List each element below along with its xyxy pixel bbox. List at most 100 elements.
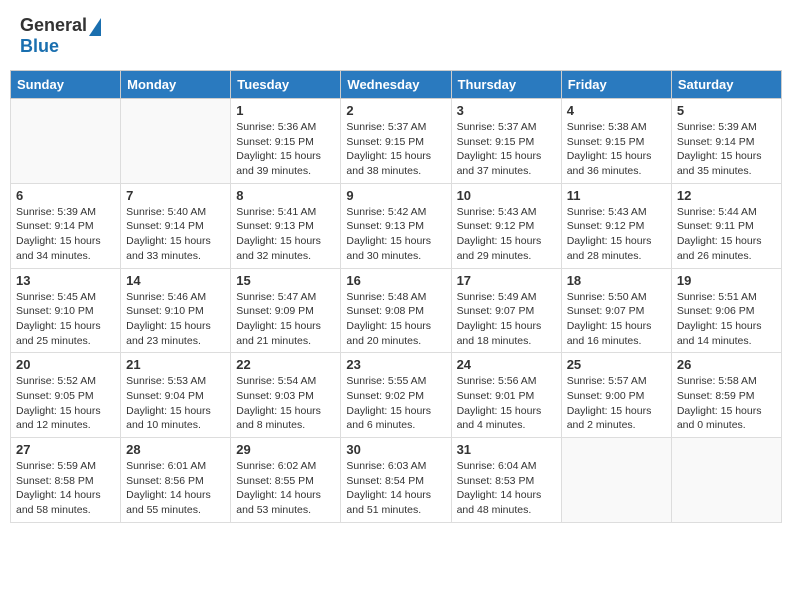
day-number: 30 (346, 442, 445, 457)
day-info: Sunrise: 5:37 AMSunset: 9:15 PMDaylight:… (457, 120, 556, 179)
day-info: Sunrise: 5:44 AMSunset: 9:11 PMDaylight:… (677, 205, 776, 264)
day-info: Sunrise: 5:42 AMSunset: 9:13 PMDaylight:… (346, 205, 445, 264)
calendar-cell: 21Sunrise: 5:53 AMSunset: 9:04 PMDayligh… (121, 353, 231, 438)
day-info: Sunrise: 6:04 AMSunset: 8:53 PMDaylight:… (457, 459, 556, 518)
page-header: General Blue (10, 10, 782, 62)
calendar-cell: 13 Sunrise: 5:45 AMSunset: 9:10 PMDayligh… (11, 268, 121, 353)
calendar-cell: 6Sunrise: 5:39 AMSunset: 9:14 PMDaylight… (11, 183, 121, 268)
day-number: 3 (457, 103, 556, 118)
calendar-cell (11, 99, 121, 184)
logo-icon (89, 18, 101, 36)
calendar-week-row: 13 Sunrise: 5:45 AMSunset: 9:10 PMDayligh… (11, 268, 782, 353)
calendar-cell: 31 Sunrise: 6:04 AMSunset: 8:53 PMDayligh… (451, 438, 561, 523)
day-info: Sunrise: 5:54 AMSunset: 9:03 PMDaylight:… (236, 374, 335, 433)
col-header-tuesday: Tuesday (231, 71, 341, 99)
calendar-cell: 27Sunrise: 5:59 AMSunset: 8:58 PMDayligh… (11, 438, 121, 523)
day-info: Sunrise: 5:36 AMSunset: 9:15 PMDaylight:… (236, 120, 335, 179)
calendar-table: SundayMondayTuesdayWednesdayThursdayFrid… (10, 70, 782, 523)
day-number: 25 (567, 357, 666, 372)
day-number: 23 (346, 357, 445, 372)
day-number: 13 (16, 273, 115, 288)
col-header-thursday: Thursday (451, 71, 561, 99)
calendar-cell: 16 Sunrise: 5:48 AMSunset: 9:08 PMDayligh… (341, 268, 451, 353)
day-number: 17 (457, 273, 556, 288)
calendar-week-row: 1 Sunrise: 5:36 AMSunset: 9:15 PMDaylight… (11, 99, 782, 184)
day-info: Sunrise: 5:50 AMSunset: 9:07 PMDaylight:… (567, 290, 666, 349)
day-number: 14 (126, 273, 225, 288)
day-info: Sunrise: 5:40 AMSunset: 9:14 PMDaylight:… (126, 205, 225, 264)
day-info: Sunrise: 5:41 AMSunset: 9:13 PMDaylight:… (236, 205, 335, 264)
calendar-week-row: 27Sunrise: 5:59 AMSunset: 8:58 PMDayligh… (11, 438, 782, 523)
day-info: Sunrise: 5:38 AMSunset: 9:15 PMDaylight:… (567, 120, 666, 179)
calendar-cell: 2Sunrise: 5:37 AMSunset: 9:15 PMDaylight… (341, 99, 451, 184)
calendar-cell: 22 Sunrise: 5:54 AMSunset: 9:03 PMDayligh… (231, 353, 341, 438)
calendar-cell (561, 438, 671, 523)
day-number: 20 (16, 357, 115, 372)
calendar-cell: 14 Sunrise: 5:46 AMSunset: 9:10 PMDayligh… (121, 268, 231, 353)
day-number: 26 (677, 357, 776, 372)
day-info: Sunrise: 5:45 AMSunset: 9:10 PMDaylight:… (16, 290, 115, 349)
calendar-cell: 24 Sunrise: 5:56 AMSunset: 9:01 PMDayligh… (451, 353, 561, 438)
calendar-cell: 1 Sunrise: 5:36 AMSunset: 9:15 PMDaylight… (231, 99, 341, 184)
day-number: 1 (236, 103, 335, 118)
calendar-cell (121, 99, 231, 184)
calendar-cell: 28Sunrise: 6:01 AMSunset: 8:56 PMDayligh… (121, 438, 231, 523)
day-info: Sunrise: 5:57 AMSunset: 9:00 PMDaylight:… (567, 374, 666, 433)
day-info: Sunrise: 5:55 AMSunset: 9:02 PMDaylight:… (346, 374, 445, 433)
calendar-cell: 4Sunrise: 5:38 AMSunset: 9:15 PMDaylight… (561, 99, 671, 184)
day-info: Sunrise: 6:03 AMSunset: 8:54 PMDaylight:… (346, 459, 445, 518)
day-number: 19 (677, 273, 776, 288)
day-info: Sunrise: 5:58 AMSunset: 8:59 PMDaylight:… (677, 374, 776, 433)
calendar-cell: 7Sunrise: 5:40 AMSunset: 9:14 PMDaylight… (121, 183, 231, 268)
day-info: Sunrise: 5:46 AMSunset: 9:10 PMDaylight:… (126, 290, 225, 349)
calendar-cell: 25 Sunrise: 5:57 AMSunset: 9:00 PMDayligh… (561, 353, 671, 438)
col-header-saturday: Saturday (671, 71, 781, 99)
calendar-cell: 20 Sunrise: 5:52 AMSunset: 9:05 PMDayligh… (11, 353, 121, 438)
calendar-cell: 18 Sunrise: 5:50 AMSunset: 9:07 PMDayligh… (561, 268, 671, 353)
day-number: 11 (567, 188, 666, 203)
calendar-cell: 11 Sunrise: 5:43 AMSunset: 9:12 PMDayligh… (561, 183, 671, 268)
calendar-cell: 26 Sunrise: 5:58 AMSunset: 8:59 PMDayligh… (671, 353, 781, 438)
col-header-friday: Friday (561, 71, 671, 99)
calendar-cell: 19Sunrise: 5:51 AMSunset: 9:06 PMDayligh… (671, 268, 781, 353)
day-info: Sunrise: 5:37 AMSunset: 9:15 PMDaylight:… (346, 120, 445, 179)
calendar-week-row: 6Sunrise: 5:39 AMSunset: 9:14 PMDaylight… (11, 183, 782, 268)
calendar-header-row: SundayMondayTuesdayWednesdayThursdayFrid… (11, 71, 782, 99)
calendar-cell: 29Sunrise: 6:02 AMSunset: 8:55 PMDayligh… (231, 438, 341, 523)
day-info: Sunrise: 5:43 AMSunset: 9:12 PMDaylight:… (567, 205, 666, 264)
day-info: Sunrise: 5:49 AMSunset: 9:07 PMDaylight:… (457, 290, 556, 349)
logo-general-text: General (20, 15, 87, 36)
col-header-wednesday: Wednesday (341, 71, 451, 99)
day-number: 12 (677, 188, 776, 203)
day-info: Sunrise: 5:47 AMSunset: 9:09 PMDaylight:… (236, 290, 335, 349)
calendar-cell: 15 Sunrise: 5:47 AMSunset: 9:09 PMDayligh… (231, 268, 341, 353)
day-info: Sunrise: 5:39 AMSunset: 9:14 PMDaylight:… (677, 120, 776, 179)
day-number: 16 (346, 273, 445, 288)
day-info: Sunrise: 6:01 AMSunset: 8:56 PMDaylight:… (126, 459, 225, 518)
calendar-cell: 3 Sunrise: 5:37 AMSunset: 9:15 PMDaylight… (451, 99, 561, 184)
day-info: Sunrise: 5:48 AMSunset: 9:08 PMDaylight:… (346, 290, 445, 349)
calendar-week-row: 20 Sunrise: 5:52 AMSunset: 9:05 PMDayligh… (11, 353, 782, 438)
day-number: 9 (346, 188, 445, 203)
day-info: Sunrise: 5:53 AMSunset: 9:04 PMDaylight:… (126, 374, 225, 433)
calendar-cell: 30 Sunrise: 6:03 AMSunset: 8:54 PMDayligh… (341, 438, 451, 523)
col-header-monday: Monday (121, 71, 231, 99)
day-info: Sunrise: 5:56 AMSunset: 9:01 PMDaylight:… (457, 374, 556, 433)
day-info: Sunrise: 6:02 AMSunset: 8:55 PMDaylight:… (236, 459, 335, 518)
day-number: 18 (567, 273, 666, 288)
col-header-sunday: Sunday (11, 71, 121, 99)
day-number: 31 (457, 442, 556, 457)
day-number: 24 (457, 357, 556, 372)
day-number: 22 (236, 357, 335, 372)
calendar-cell: 10Sunrise: 5:43 AMSunset: 9:12 PMDayligh… (451, 183, 561, 268)
day-number: 15 (236, 273, 335, 288)
day-number: 8 (236, 188, 335, 203)
day-info: Sunrise: 5:52 AMSunset: 9:05 PMDaylight:… (16, 374, 115, 433)
calendar-cell: 9 Sunrise: 5:42 AMSunset: 9:13 PMDaylight… (341, 183, 451, 268)
logo-blue-text: Blue (20, 36, 59, 57)
day-number: 5 (677, 103, 776, 118)
calendar-cell: 17 Sunrise: 5:49 AMSunset: 9:07 PMDayligh… (451, 268, 561, 353)
calendar-cell: 5 Sunrise: 5:39 AMSunset: 9:14 PMDaylight… (671, 99, 781, 184)
day-info: Sunrise: 5:43 AMSunset: 9:12 PMDaylight:… (457, 205, 556, 264)
day-info: Sunrise: 5:59 AMSunset: 8:58 PMDaylight:… (16, 459, 115, 518)
